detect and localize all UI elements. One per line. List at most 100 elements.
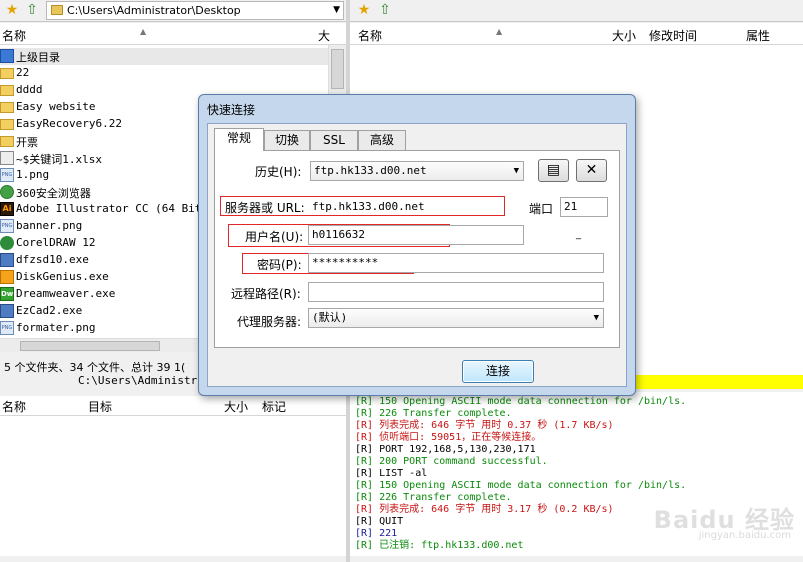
favorites-star-icon[interactable]: ★ bbox=[356, 2, 372, 18]
file-name: formater.png bbox=[16, 321, 96, 334]
tab-ssl[interactable]: SSL bbox=[310, 130, 358, 150]
diskgenius-icon bbox=[0, 270, 14, 284]
log-line: [R] LIST -al bbox=[355, 468, 428, 479]
up-folder-icon[interactable]: ⇧ bbox=[24, 2, 40, 18]
file-name: 上级目录 bbox=[16, 51, 60, 64]
list-item[interactable]: 上级目录 bbox=[0, 48, 328, 65]
username-input[interactable]: h0116632 bbox=[308, 225, 524, 245]
log-line: [R] 列表完成: 646 字节 用时 3.17 秒 (0.2 KB/s) bbox=[355, 504, 614, 515]
password-input[interactable]: ********** bbox=[308, 253, 604, 273]
site-manager-button[interactable]: ▤ bbox=[538, 159, 569, 182]
history-label: 历史(H): bbox=[255, 165, 302, 179]
username-value: h0116632 bbox=[312, 228, 365, 241]
right-toolbar: ★ ⇧ bbox=[350, 0, 803, 22]
clear-history-button[interactable]: ✕ bbox=[576, 159, 607, 182]
folder-icon bbox=[0, 119, 14, 130]
tab-advanced[interactable]: 高级 bbox=[358, 130, 406, 150]
history-combobox[interactable]: ftp.hk133.d00.net ▼ bbox=[310, 161, 524, 181]
excel-file-icon bbox=[0, 151, 14, 165]
remote-column-attributes[interactable]: 属性 bbox=[746, 27, 770, 44]
chevron-down-icon[interactable]: ▼ bbox=[514, 162, 519, 180]
server-label: 服务器或 URL: bbox=[225, 201, 305, 215]
chevron-down-icon[interactable]: ▼ bbox=[594, 309, 599, 327]
server-input[interactable]: ftp.hk133.d00.net bbox=[308, 197, 524, 217]
favorites-star-icon[interactable]: ★ bbox=[4, 2, 20, 18]
caret-marker: _ bbox=[576, 229, 581, 240]
log-line: [R] QUIT bbox=[355, 516, 404, 527]
file-name: Adobe Illustrator CC (64 Bit) bbox=[16, 202, 209, 215]
file-name: EzCad2.exe bbox=[16, 304, 83, 317]
password-value: ********** bbox=[312, 256, 379, 269]
file-name: Easy website bbox=[16, 100, 96, 113]
column-name-header[interactable]: 名称 bbox=[2, 27, 26, 44]
folder-icon bbox=[0, 85, 14, 96]
tab-general[interactable]: 常规 bbox=[214, 128, 264, 151]
local-summary-text: 5 个文件夹、34 个文件、总计 39 1( bbox=[4, 361, 186, 374]
column-size-header[interactable]: 大 bbox=[318, 27, 330, 44]
server-value: ftp.hk133.d00.net bbox=[312, 200, 425, 213]
local-path-combobox[interactable]: C:\Users\Administrator\Desktop ▼ bbox=[46, 1, 344, 20]
list-item[interactable]: 22 bbox=[0, 65, 328, 82]
proxy-value: (默认) bbox=[312, 311, 348, 324]
remote-column-size[interactable]: 大小 bbox=[612, 27, 636, 44]
queue-column-name[interactable]: 名称 bbox=[2, 398, 26, 415]
transfer-queue-list[interactable] bbox=[0, 416, 346, 556]
watermark: Baidu 经验 jingyan.baidu.com bbox=[645, 500, 795, 548]
log-line: [R] 200 PORT command successful. bbox=[355, 456, 548, 467]
sort-ascending-icon: ▲ bbox=[140, 27, 147, 36]
log-line: [R] 已注销: ftp.hk133.d00.net bbox=[355, 540, 524, 551]
file-name: CorelDRAW 12 bbox=[16, 236, 96, 249]
queue-column-size[interactable]: 大小 bbox=[224, 398, 248, 415]
chevron-down-icon[interactable]: ▼ bbox=[333, 2, 340, 19]
queue-column-target[interactable]: 目标 bbox=[88, 398, 112, 415]
remote-path-input[interactable] bbox=[308, 282, 604, 302]
exe-file-icon bbox=[0, 304, 14, 318]
proxy-combobox[interactable]: (默认) ▼ bbox=[308, 308, 604, 328]
queue-column-mark[interactable]: 标记 bbox=[262, 398, 286, 415]
general-tab-panel: 历史(H): ftp.hk133.d00.net ▼ ▤ ✕ 服务器或 URL:… bbox=[214, 150, 620, 348]
dreamweaver-icon: Dw bbox=[0, 287, 14, 301]
username-label: 用户名(U): bbox=[245, 230, 304, 244]
file-name: DiskGenius.exe bbox=[16, 270, 109, 283]
file-name: 22 bbox=[16, 66, 30, 79]
queue-header: 名称 目标 大小 标记 bbox=[0, 396, 346, 416]
port-input[interactable]: 21 bbox=[560, 197, 608, 217]
port-label: 端口 bbox=[529, 202, 554, 216]
history-value: ftp.hk133.d00.net bbox=[314, 164, 427, 177]
tab-switch[interactable]: 切换 bbox=[264, 130, 310, 150]
png-file-icon: PNG bbox=[0, 321, 14, 335]
local-status-path: C:\Users\Administrat bbox=[78, 374, 211, 387]
file-name: dfzsd10.exe bbox=[16, 253, 89, 266]
quick-connect-dialog: 快速连接 常规 切换 SSL 高级 历史(H): ftp.hk133.d00.n… bbox=[198, 94, 636, 396]
scrollbar-thumb[interactable] bbox=[331, 49, 344, 89]
illustrator-icon: Ai bbox=[0, 202, 14, 216]
log-line: [R] 150 Opening ASCII mode data connecti… bbox=[355, 396, 687, 407]
remote-column-modified[interactable]: 修改时间 bbox=[649, 27, 697, 44]
folder-icon bbox=[0, 136, 14, 147]
up-folder-icon bbox=[0, 49, 14, 63]
password-label: 密码(P): bbox=[257, 258, 302, 272]
log-line: [R] 226 Transfer complete. bbox=[355, 492, 512, 503]
exe-file-icon bbox=[0, 253, 14, 267]
close-icon: ✕ bbox=[585, 162, 598, 178]
bottom-status-bar bbox=[350, 556, 803, 562]
coreldraw-icon bbox=[0, 236, 14, 250]
left-toolbar: ★ ⇧ C:\Users\Administrator\Desktop ▼ bbox=[0, 0, 346, 22]
file-name: 360安全浏览器 bbox=[16, 187, 91, 200]
browser-icon bbox=[0, 185, 14, 199]
log-line: [R] 侦听端口: 59051，正在等候连接。 bbox=[355, 432, 542, 443]
proxy-label: 代理服务器: bbox=[237, 315, 302, 329]
local-path-text: C:\Users\Administrator\Desktop bbox=[67, 4, 241, 17]
png-file-icon: PNG bbox=[0, 219, 14, 233]
file-name: EasyRecovery6.22 bbox=[16, 117, 122, 130]
folder-icon bbox=[0, 102, 14, 113]
up-folder-icon[interactable]: ⇧ bbox=[377, 2, 393, 18]
sort-ascending-icon: ▲ bbox=[496, 27, 503, 36]
scrollbar-thumb[interactable] bbox=[20, 341, 160, 351]
local-list-header: 名称 ▲ 大 bbox=[0, 23, 346, 45]
log-line: [R] 150 Opening ASCII mode data connecti… bbox=[355, 480, 687, 491]
connect-button[interactable]: 连接 bbox=[462, 360, 534, 383]
remote-column-name[interactable]: 名称 bbox=[358, 27, 382, 44]
file-name: 1.png bbox=[16, 168, 50, 181]
dialog-title: 快速连接 bbox=[207, 103, 256, 117]
